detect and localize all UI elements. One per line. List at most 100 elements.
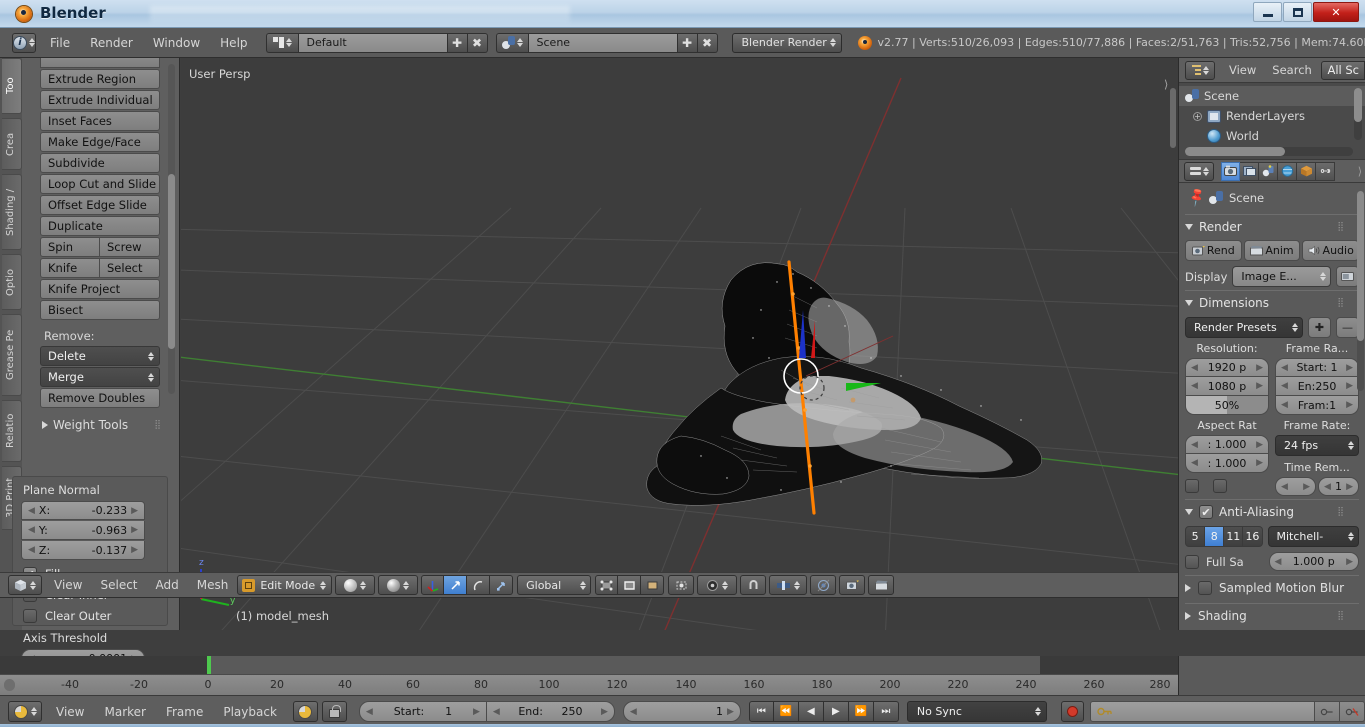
tool-spin[interactable]: Spin <box>40 237 100 257</box>
panel-header-render[interactable]: Render ⣿ <box>1185 214 1359 236</box>
render-animation-button[interactable]: Anim <box>1244 240 1301 261</box>
display-lock-interface-button[interactable] <box>1336 266 1359 287</box>
tool-delete-dropdown[interactable]: Delete <box>40 346 160 366</box>
pin-icon[interactable]: 📌 <box>1186 188 1205 207</box>
expand-toggle-icon[interactable]: + <box>1193 112 1202 121</box>
timeline-playhead[interactable] <box>207 656 211 674</box>
tool-screw[interactable]: Screw <box>100 237 160 257</box>
menu-render[interactable]: Render <box>80 34 143 52</box>
tool-loop-cut-and-slide[interactable]: Loop Cut and Slide <box>40 174 160 194</box>
viewport-shading-select[interactable] <box>335 575 375 595</box>
delete-keyframe-button[interactable] <box>1340 701 1365 722</box>
jump-to-start-button[interactable]: ⏮ <box>749 701 774 722</box>
tab-grease-pencil[interactable]: Grease Pe <box>2 314 22 396</box>
tool-button-clipped[interactable] <box>40 58 160 68</box>
manipulator-enable-toggle[interactable] <box>421 575 444 595</box>
viewport-menu-select[interactable]: Select <box>91 578 146 592</box>
outliner-editor-type-icon[interactable] <box>1185 61 1215 80</box>
tool-shelf-scrollbar[interactable] <box>168 64 175 394</box>
outliner-item-world[interactable]: World <box>1179 126 1365 146</box>
3d-viewport[interactable]: User Persp (1) model_mesh z y ⟩ <box>181 58 1178 630</box>
frame-step-field[interactable]: ◀ Fram:1 ▶ <box>1275 396 1359 415</box>
aa-sample-5[interactable]: 5 <box>1185 526 1205 547</box>
render-presets-select[interactable]: Render Presets <box>1185 317 1303 338</box>
viewport-menu-mesh[interactable]: Mesh <box>188 578 238 592</box>
render-audio-button[interactable]: Audio <box>1302 240 1359 261</box>
snap-toggle[interactable] <box>740 575 766 595</box>
resolution-x-field[interactable]: ◀ 1920 p ▶ <box>1185 358 1269 377</box>
panel-header-antialiasing[interactable]: Anti-Aliasing ⣿ <box>1185 499 1359 521</box>
lock-time-to-other-windows-toggle[interactable] <box>322 701 347 722</box>
outliner-menu-view[interactable]: View <box>1221 63 1264 77</box>
timeline-ruler[interactable]: -40 -20 0 20 40 60 80 100 120 140 160 18… <box>0 674 1178 695</box>
snap-element-select[interactable] <box>769 575 807 595</box>
plane-normal-x[interactable]: ◀ X: -0.233 ▶ <box>21 501 145 520</box>
start-frame-field[interactable]: ◀ Start: 1 ▶ <box>359 701 487 722</box>
end-frame-field[interactable]: ◀ End: 250 ▶ <box>487 701 615 722</box>
timeline-menu-frame[interactable]: Frame <box>156 705 213 719</box>
timeline-menu-marker[interactable]: Marker <box>94 705 155 719</box>
outliner-tree[interactable]: Scene + RenderLayers World <box>1179 83 1365 159</box>
resolution-y-field[interactable]: ◀ 1080 p ▶ <box>1185 377 1269 396</box>
maximize-button[interactable] <box>1283 2 1312 22</box>
render-engine-select[interactable]: Blender Render <box>732 33 842 53</box>
transform-orientation-select[interactable]: Global <box>517 575 591 595</box>
outliner-display-mode[interactable]: All Sc <box>1321 61 1365 80</box>
scene-name-field[interactable]: Scene <box>528 33 678 53</box>
plane-normal-z[interactable]: ◀ Z: -0.137 ▶ <box>21 541 145 560</box>
outliner-menu-search[interactable]: Search <box>1264 63 1320 77</box>
border-checkbox[interactable] <box>1185 479 1199 493</box>
tool-select[interactable]: Select <box>100 258 160 278</box>
timeline-menu-playback[interactable]: Playback <box>213 705 287 719</box>
delete-scene-button[interactable]: ✖ <box>698 33 718 53</box>
scene-icon[interactable] <box>496 33 528 53</box>
aa-sample-16[interactable]: 16 <box>1243 526 1262 547</box>
render-opengl-preview-button[interactable] <box>839 575 865 595</box>
clear-outer-checkbox[interactable] <box>23 609 37 623</box>
add-scene-button[interactable]: ✚ <box>678 33 698 53</box>
render-image-button[interactable]: Rend <box>1185 240 1242 261</box>
editor-type-selector[interactable]: i <box>12 33 36 53</box>
vertex-select-mode-toggle[interactable] <box>595 575 618 595</box>
interaction-mode-select[interactable]: Edit Mode <box>237 575 332 595</box>
aa-filter-size-field[interactable]: ◀ 1.000 p ▶ <box>1269 552 1360 571</box>
properties-tab-object[interactable] <box>1297 162 1316 181</box>
scale-manipulator-toggle[interactable] <box>490 575 513 595</box>
translate-manipulator-toggle[interactable] <box>444 575 467 595</box>
frame-start-field[interactable]: ◀ Start: 1 ▶ <box>1275 358 1359 377</box>
play-button[interactable]: ▶ <box>824 701 849 722</box>
tab-shading-uvs[interactable]: Shading / <box>2 174 22 250</box>
use-preview-range-toggle[interactable] <box>293 701 318 722</box>
properties-tab-renderlayers[interactable] <box>1240 162 1259 181</box>
resolution-percentage-slider[interactable]: 50% <box>1185 396 1269 415</box>
tool-duplicate[interactable]: Duplicate <box>40 216 160 236</box>
menu-help[interactable]: Help <box>210 34 257 52</box>
viewport-shading-secondary-select[interactable] <box>378 575 418 595</box>
timeline-menu-view[interactable]: View <box>46 705 94 719</box>
full-sample-checkbox[interactable] <box>1185 555 1199 569</box>
time-remap-new-field[interactable]: ◀ 1 ▶ <box>1318 477 1359 496</box>
viewport-menu-add[interactable]: Add <box>147 578 188 592</box>
tool-remove-doubles[interactable]: Remove Doubles <box>40 388 160 408</box>
antialiasing-checkbox[interactable] <box>1199 505 1213 519</box>
outliner-horizontal-scrollbar[interactable] <box>1185 147 1353 156</box>
frame-end-field[interactable]: ◀ En:250 ▶ <box>1275 377 1359 396</box>
timeline-track[interactable] <box>0 656 1178 674</box>
timeline-editor[interactable]: -40 -20 0 20 40 60 80 100 120 140 160 18… <box>0 656 1365 695</box>
properties-tab-scene[interactable] <box>1259 162 1278 181</box>
insert-keyframe-button[interactable] <box>1315 701 1340 722</box>
plane-normal-y[interactable]: ◀ Y: -0.963 ▶ <box>21 521 145 540</box>
screen-layout-icon[interactable] <box>266 33 298 53</box>
tool-bisect[interactable]: Bisect <box>40 300 160 320</box>
motion-blur-checkbox[interactable] <box>1198 581 1212 595</box>
panel-header-shading[interactable]: Shading ⣿ <box>1185 603 1359 627</box>
tab-options[interactable]: Optio <box>2 254 22 310</box>
time-remap-old-field[interactable]: ◀ ▶ <box>1275 477 1316 496</box>
viewport-editor-type-icon[interactable] <box>8 575 42 595</box>
aa-filter-select[interactable]: Mitchell- <box>1268 526 1360 547</box>
tool-extrude-region[interactable]: Extrude Region <box>40 69 160 89</box>
tool-knife[interactable]: Knife <box>40 258 100 278</box>
checkbox-clear-outer-row[interactable]: Clear Outer <box>23 609 167 623</box>
display-mode-select[interactable]: Image E... <box>1232 266 1331 287</box>
properties-tab-render[interactable] <box>1221 162 1240 181</box>
